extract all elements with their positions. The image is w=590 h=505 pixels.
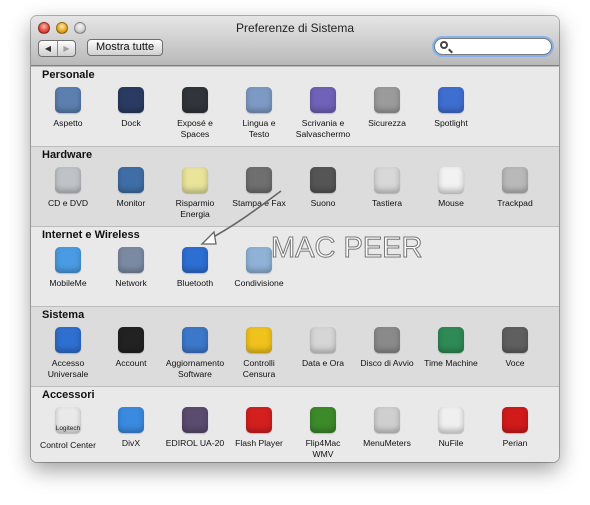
annotation-arrow: [200, 190, 282, 245]
